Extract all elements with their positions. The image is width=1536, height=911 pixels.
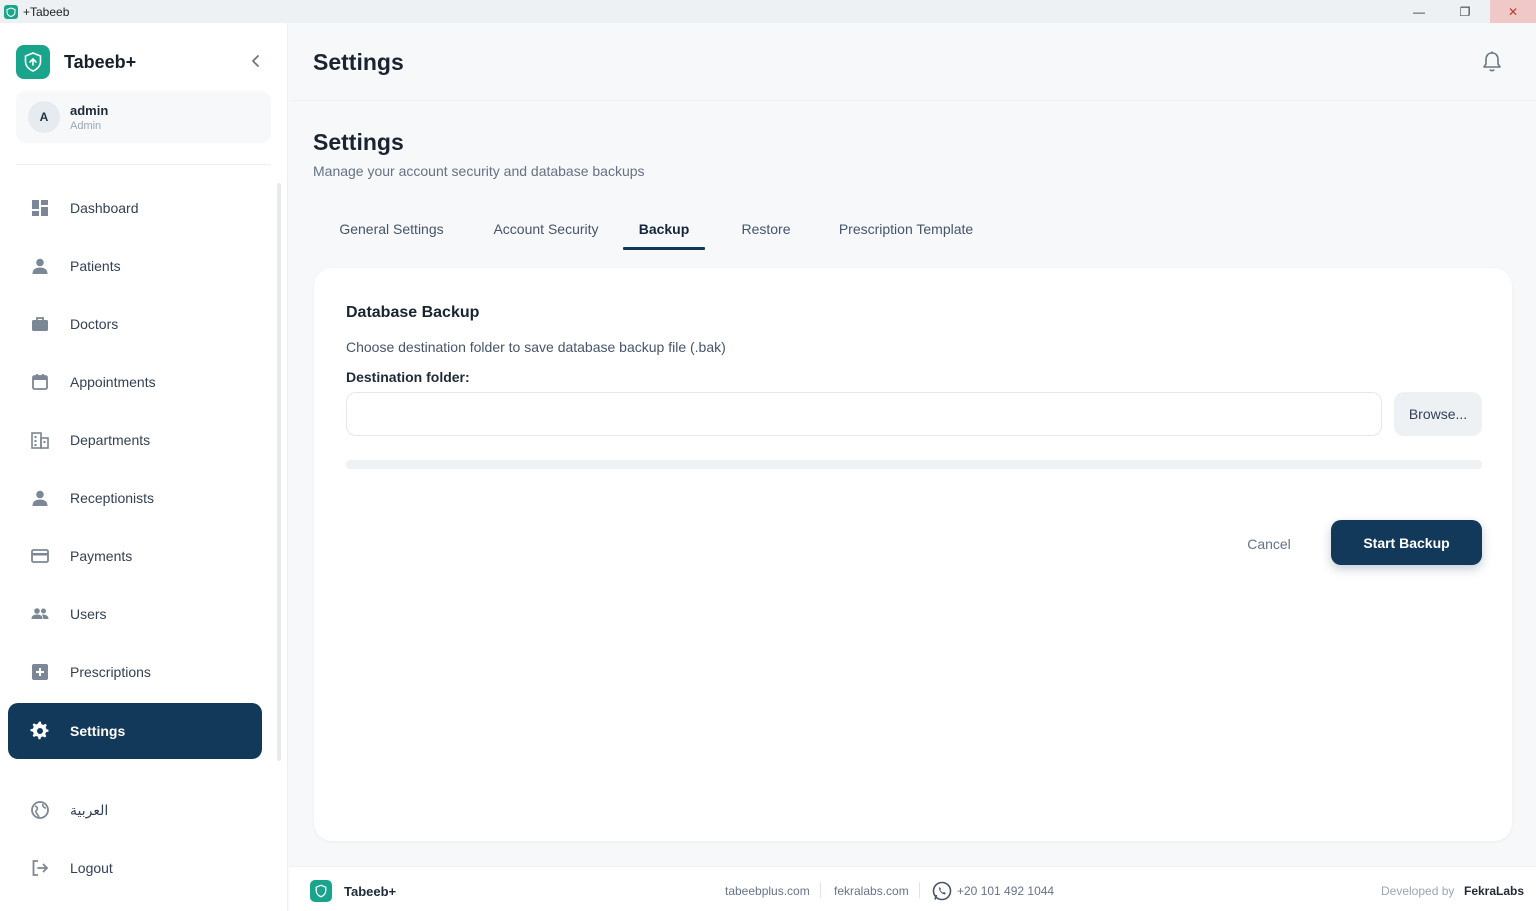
footer-developed-by: Developed by: [1381, 884, 1455, 898]
person-icon: [22, 480, 58, 516]
maximize-button[interactable]: ❐: [1442, 0, 1488, 23]
app-icon: [4, 4, 18, 19]
page-title: Settings: [313, 129, 404, 155]
sidebar-item-label: Prescriptions: [70, 664, 151, 680]
sidebar-item-users[interactable]: Users: [8, 586, 262, 642]
backup-title: Database Backup: [346, 304, 480, 321]
tab-general-settings[interactable]: General Settings: [339, 209, 444, 249]
user-name: admin: [70, 102, 109, 118]
sidebar-item-language[interactable]: العربية: [8, 782, 262, 838]
sidebar-item-label: العربية: [70, 801, 109, 818]
medical-plus-icon: [22, 654, 58, 690]
user-role: Admin: [70, 119, 102, 132]
credit-card-icon: [22, 538, 58, 574]
sidebar-item-prescriptions[interactable]: Prescriptions: [8, 644, 262, 700]
topbar: Settings: [289, 23, 1536, 101]
browse-button[interactable]: Browse...: [1394, 392, 1482, 436]
globe-icon: [22, 792, 58, 828]
person-icon: [22, 248, 58, 284]
destination-folder-input[interactable]: [346, 392, 1382, 436]
brand: Tabeeb+: [16, 45, 136, 79]
building-icon: [22, 422, 58, 458]
sidebar-item-label: Dashboard: [70, 200, 139, 216]
destination-folder-label: Destination folder:: [346, 369, 470, 385]
tab-account-security[interactable]: Account Security: [491, 209, 601, 249]
users-icon: [22, 596, 58, 632]
sidebar-item-label: Appointments: [70, 374, 156, 390]
sidebar-item-label: Logout: [70, 860, 113, 876]
sidebar-item-label: Payments: [70, 548, 133, 564]
sidebar-item-patients[interactable]: Patients: [8, 238, 262, 294]
window-title: +Tabeeb: [23, 4, 70, 19]
close-button[interactable]: ✕: [1490, 0, 1536, 23]
sidebar-item-dashboard[interactable]: Dashboard: [8, 180, 262, 236]
backup-card: Database Backup Choose destination folde…: [314, 268, 1512, 841]
sidebar-item-label: Receptionists: [70, 490, 155, 506]
backup-description: Choose destination folder to save databa…: [346, 339, 726, 355]
whatsapp-icon: [931, 880, 953, 902]
brand-logo-icon: [16, 45, 50, 79]
dashboard-icon: [22, 190, 58, 226]
cancel-button[interactable]: Cancel: [1234, 532, 1304, 556]
sidebar-item-payments[interactable]: Payments: [8, 528, 262, 584]
footer-link-fekralabs[interactable]: fekralabs.com: [834, 884, 909, 898]
sidebar-item-settings[interactable]: Settings: [8, 703, 262, 759]
sidebar-item-departments[interactable]: Departments: [8, 412, 262, 468]
notification-bell-icon[interactable]: [1481, 50, 1503, 74]
footer-logo-icon: [310, 880, 332, 902]
sidebar-item-doctors[interactable]: Doctors: [8, 296, 262, 352]
main-content: Settings Settings Manage your account se…: [289, 23, 1536, 866]
footer-phone: +20 101 492 1044: [957, 884, 1055, 898]
sidebar-item-logout[interactable]: Logout: [8, 840, 262, 896]
active-tab-indicator: [623, 247, 705, 250]
sidebar: Tabeeb+ A admin Admin Dashboard Patients…: [0, 23, 288, 911]
topbar-title: Settings: [313, 49, 404, 75]
sidebar-item-appointments[interactable]: Appointments: [8, 354, 262, 410]
tab-restore[interactable]: Restore: [741, 209, 791, 249]
avatar: A: [28, 101, 60, 133]
tab-prescription-template[interactable]: Prescription Template: [836, 209, 976, 249]
start-backup-button[interactable]: Start Backup: [1331, 520, 1482, 565]
sidebar-item-label: Departments: [70, 432, 151, 448]
briefcase-icon: [22, 306, 58, 342]
page-subtitle: Manage your account security and databas…: [313, 163, 645, 179]
backup-progress-bar: [346, 460, 1482, 469]
footer-separator: [919, 882, 920, 898]
sidebar-item-label: Settings: [70, 723, 126, 739]
chevron-left-icon: [252, 55, 259, 67]
tab-backup[interactable]: Backup: [623, 209, 705, 249]
sidebar-item-label: Patients: [70, 258, 121, 274]
collapse-sidebar-button[interactable]: [246, 51, 266, 71]
minimize-button[interactable]: —: [1396, 0, 1442, 23]
logout-icon: [22, 850, 58, 886]
sidebar-item-label: Doctors: [70, 316, 119, 332]
footer: Tabeeb+ tabeebplus.com fekralabs.com +20…: [289, 866, 1536, 911]
user-card[interactable]: A admin Admin: [16, 91, 271, 143]
footer-developer[interactable]: FekraLabs: [1464, 884, 1524, 898]
sidebar-divider: [16, 164, 271, 165]
brand-name: Tabeeb+: [64, 51, 137, 72]
sidebar-item-label: Users: [70, 606, 107, 622]
sidebar-item-receptionists[interactable]: Receptionists: [8, 470, 262, 526]
calendar-icon: [22, 364, 58, 400]
gear-icon: [22, 713, 58, 749]
footer-link-tabeebplus[interactable]: tabeebplus.com: [725, 884, 810, 898]
sidebar-scrollbar[interactable]: [277, 183, 281, 761]
footer-brand: Tabeeb+: [344, 884, 397, 899]
window-titlebar: +Tabeeb: [0, 0, 1536, 23]
footer-separator: [820, 882, 821, 898]
